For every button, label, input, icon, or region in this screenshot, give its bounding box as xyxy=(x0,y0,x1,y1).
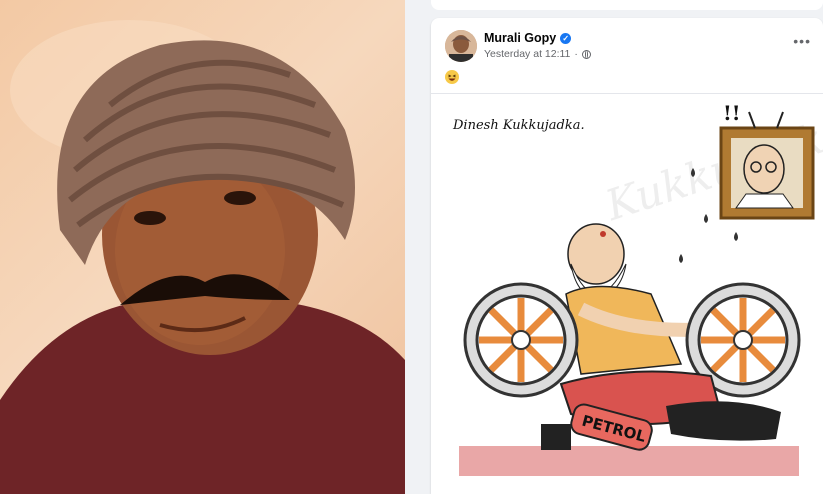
portrait-photo xyxy=(0,0,405,494)
post-timestamp[interactable]: Yesterday at 12:11 xyxy=(484,48,570,60)
cartoon-exclaim: !! xyxy=(723,101,741,125)
post-author[interactable]: Murali Gopy ✓ xyxy=(484,31,572,45)
author-name[interactable]: Murali Gopy xyxy=(484,31,556,45)
portrait-illustration xyxy=(0,20,405,494)
cartoon-illustration: Kukkujadka Dinesh Kukkujadka. !! PETROL xyxy=(452,101,823,476)
author-avatar[interactable] xyxy=(445,30,477,62)
previous-post-card xyxy=(431,0,823,10)
more-options-button[interactable]: ••• xyxy=(793,33,811,49)
meta-separator: · xyxy=(574,48,578,60)
facebook-post: Murali Gopy ✓ Yesterday at 12:11 · ••• K… xyxy=(431,18,823,494)
post-image-cartoon[interactable]: Kukkujadka Dinesh Kukkujadka. !! PETROL xyxy=(431,93,823,494)
avatar-image xyxy=(445,30,477,62)
laughing-emoji-icon xyxy=(445,70,459,84)
post-meta: Yesterday at 12:11 · xyxy=(484,48,591,60)
globe-icon xyxy=(581,49,591,59)
cartoon-signature: Dinesh Kukkujadka. xyxy=(452,118,585,133)
verified-badge-icon: ✓ xyxy=(560,32,572,44)
divider xyxy=(405,0,418,494)
